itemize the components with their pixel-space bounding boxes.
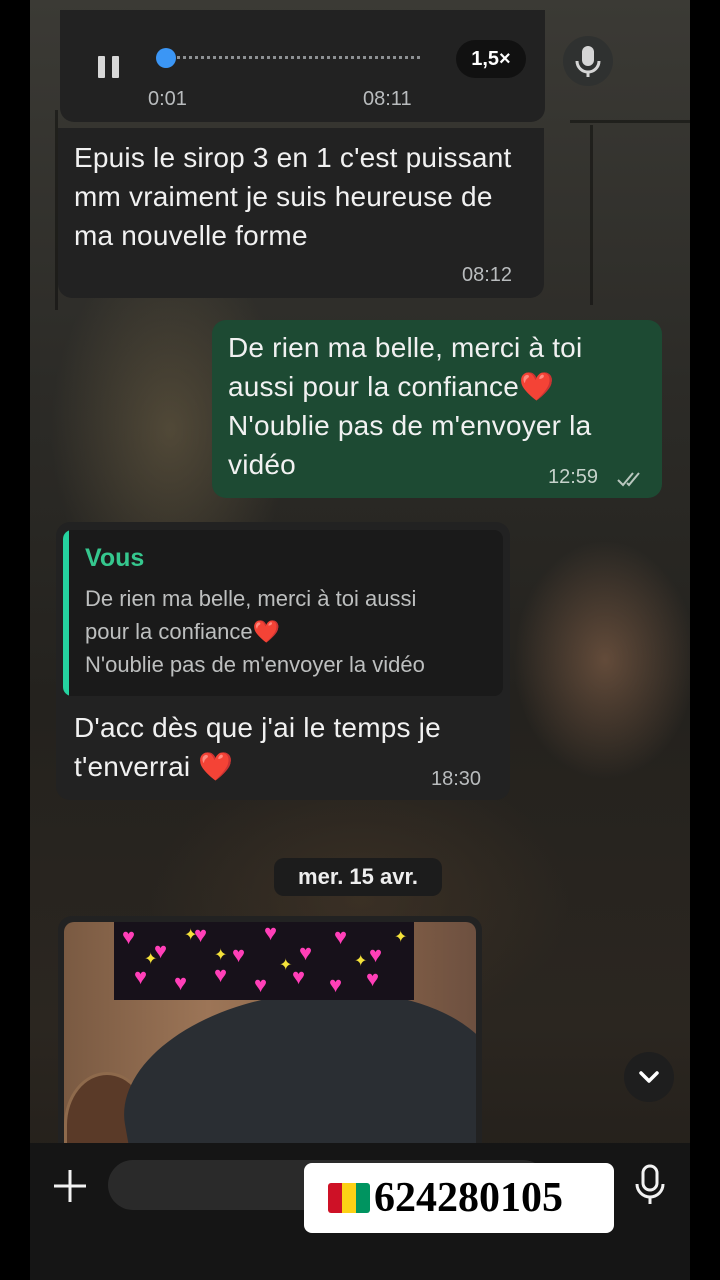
microphone-icon xyxy=(575,46,601,77)
chevron-down-icon xyxy=(639,1071,659,1083)
playback-speed-button[interactable]: 1,5× xyxy=(456,40,526,78)
quote-text: De rien ma belle, merci à toi aussi pour… xyxy=(85,586,425,677)
incoming-message[interactable]: Epuis le sirop 3 en 1 c'est puissant mm … xyxy=(58,128,544,298)
pause-button[interactable] xyxy=(88,40,128,90)
voice-time: 08:11 xyxy=(363,88,412,110)
scroll-to-bottom-button[interactable] xyxy=(624,1052,674,1102)
message-text: De rien ma belle, merci à toi aussi pour… xyxy=(228,332,592,480)
voice-avatar-mic xyxy=(563,36,613,86)
quoted-message[interactable]: Vous De rien ma belle, merci à toi aussi… xyxy=(63,530,503,696)
quote-accent-bar xyxy=(63,530,69,696)
quote-author: Vous xyxy=(85,544,145,572)
chat-screen: 0:01 08:11 1,5× Epuis le sirop 3 en 1 c'… xyxy=(0,0,720,1280)
media-thumbnail[interactable]: ♥ ♥ ♥ ♥ ♥ ♥ ♥ ♥ ♥ ♥ ♥ ♥ ♥ ♥ ♥ ✦ ✦ ✦ ✦ ✦ xyxy=(64,922,476,1156)
date-separator: mer. 15 avr. xyxy=(274,858,442,896)
message-text: Epuis le sirop 3 en 1 c'est puissant mm … xyxy=(74,142,512,251)
message-time: 12:59 xyxy=(548,466,599,488)
phone-number: 624280105 xyxy=(374,1175,563,1221)
media-message[interactable]: ♥ ♥ ♥ ♥ ♥ ♥ ♥ ♥ ♥ ♥ ♥ ♥ ♥ ♥ ♥ ✦ ✦ ✦ ✦ ✦ xyxy=(58,916,482,1156)
message-time: 18:30 xyxy=(431,768,482,790)
phone-number-overlay: 624280105 xyxy=(304,1163,614,1233)
double-check-icon xyxy=(617,472,640,487)
heart-sticker-censor: ♥ ♥ ♥ ♥ ♥ ♥ ♥ ♥ ♥ ♥ ♥ ♥ ♥ ♥ ♥ ✦ ✦ ✦ ✦ ✦ xyxy=(114,922,414,1000)
message-time: 08:12 xyxy=(462,264,513,286)
plus-icon xyxy=(54,1170,86,1202)
guinea-flag-icon xyxy=(328,1183,370,1213)
voice-waveform[interactable] xyxy=(165,56,420,59)
microphone-icon xyxy=(635,1164,665,1204)
voice-elapsed: 0:01 xyxy=(148,88,187,110)
attach-button[interactable] xyxy=(48,1164,92,1208)
voice-progress-dot[interactable] xyxy=(156,48,176,68)
record-voice-button[interactable] xyxy=(628,1160,672,1210)
outgoing-message[interactable]: De rien ma belle, merci à toi aussi pour… xyxy=(212,320,662,498)
